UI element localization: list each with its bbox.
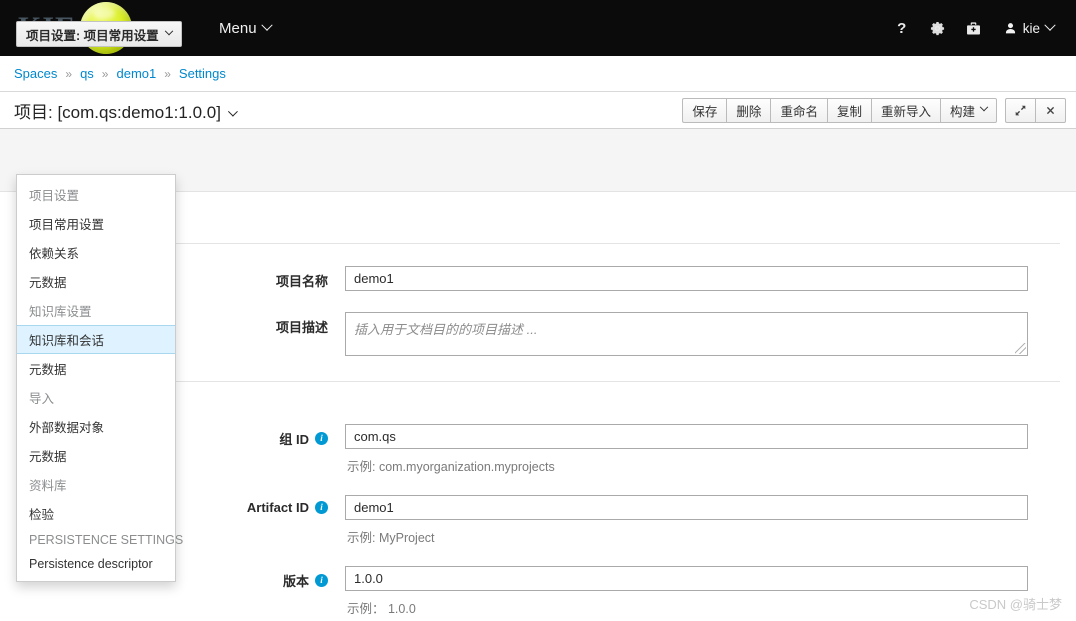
expand-panel-button[interactable] <box>1005 97 1035 123</box>
chevron-down-icon <box>164 26 173 36</box>
expand-arrows-icon <box>1015 105 1026 115</box>
user-icon <box>1005 22 1015 33</box>
menu-item-knowledge-bases-and-sessions[interactable]: 知识库和会话 <box>17 325 175 354</box>
version-label-text: 版本 <box>282 574 309 589</box>
menu-item-project-general-settings[interactable]: 项目常用设置 <box>17 209 175 238</box>
user-menu[interactable]: kie <box>992 0 1062 56</box>
close-panel-button[interactable] <box>1035 97 1066 123</box>
menu-item-dependencies[interactable]: 依赖关系 <box>17 238 175 267</box>
reimport-button[interactable]: 重新导入 <box>870 97 940 123</box>
project-description-textarea[interactable]: 插入用于文档目的的项目描述 ... <box>345 312 1028 356</box>
group-id-input[interactable]: com.qs <box>345 424 1028 449</box>
breadcrumb-item-demo1[interactable]: demo1 <box>116 66 156 81</box>
briefcase-icon <box>967 21 981 34</box>
help-button[interactable]: ? <box>884 0 920 56</box>
save-button[interactable]: 保存 <box>682 97 727 123</box>
menu-item-validation[interactable]: 检验 <box>17 499 175 528</box>
artifact-id-input[interactable]: demo1 <box>345 495 1028 520</box>
info-icon[interactable]: i <box>315 501 328 514</box>
rename-button[interactable]: 重命名 <box>770 97 827 123</box>
artifact-id-hint: 示例: MyProject <box>347 531 435 545</box>
menu-item-persistence-descriptor[interactable]: Persistence descriptor <box>17 552 175 576</box>
menu-label: Menu <box>219 19 257 37</box>
menu-item-metadata-2[interactable]: 元数据 <box>17 354 175 383</box>
project-title-bar: 项目: [com.qs:demo1:1.0.0] 保存 删除 重命名 复制 重新… <box>0 92 1076 129</box>
build-button[interactable]: 构建 <box>939 97 997 123</box>
project-action-button-group: 保存 删除 重命名 复制 重新导入 构建 <box>682 97 997 123</box>
gear-icon <box>931 21 945 35</box>
chevron-down-icon <box>260 19 273 31</box>
group-id-label-text: 组 ID <box>279 432 309 447</box>
info-icon[interactable]: i <box>315 574 328 587</box>
watermark: CSDN @骑士梦 <box>969 597 1062 612</box>
close-icon <box>1046 106 1055 114</box>
chevron-down-icon <box>979 102 989 112</box>
menu-item-metadata-3[interactable]: 元数据 <box>17 441 175 470</box>
settings-selector-label: 项目设置: 项目常用设置 <box>26 28 159 43</box>
artifact-id-label-text: Artifact ID <box>246 500 309 515</box>
breadcrumb-separator: » <box>164 66 171 81</box>
question-mark-icon: ? <box>897 19 907 37</box>
breadcrumb-separator: » <box>101 66 109 81</box>
breadcrumb-item-spaces[interactable]: Spaces <box>14 66 57 81</box>
user-label: kie <box>1022 20 1040 36</box>
panel-window-controls <box>1005 97 1066 123</box>
menu-group-project-settings: 项目设置 <box>29 189 80 203</box>
project-title-dropdown[interactable]: 项目: [com.qs:demo1:1.0.0] <box>14 98 238 123</box>
info-icon[interactable]: i <box>315 432 328 445</box>
menu-group-persistence-settings: PERSISTENCE SETTINGS <box>29 533 184 547</box>
project-description-field-col: 插入用于文档目的的项目描述 ... <box>345 312 1028 356</box>
version-hint: 示例： 1.0.0 <box>347 602 416 616</box>
build-button-label: 构建 <box>949 104 975 119</box>
settings-selector-button[interactable]: 项目设置: 项目常用设置 <box>16 21 182 47</box>
navbar-right-actions: ? kie <box>884 0 1076 56</box>
breadcrumb: Spaces » qs » demo1 » Settings <box>0 56 1076 92</box>
menu-dropdown[interactable]: Menu <box>219 19 273 37</box>
menu-item-metadata-1[interactable]: 元数据 <box>17 267 175 296</box>
settings-button[interactable] <box>920 0 956 56</box>
project-actions: 保存 删除 重命名 复制 重新导入 构建 <box>682 97 1076 123</box>
menu-item-external-data-objects[interactable]: 外部数据对象 <box>17 412 175 441</box>
copy-button[interactable]: 复制 <box>826 97 871 123</box>
project-name-input[interactable]: demo1 <box>345 266 1028 291</box>
group-id-hint: 示例: com.myorganization.myprojects <box>347 460 555 474</box>
page-title: 项目: [com.qs:demo1:1.0.0] <box>14 102 221 122</box>
menu-group-import: 导入 <box>29 392 55 406</box>
chevron-down-icon <box>1044 19 1056 31</box>
chevron-down-icon <box>227 106 238 117</box>
toolkit-button[interactable] <box>956 0 992 56</box>
menu-group-knowledge-base-settings: 知识库设置 <box>29 305 92 319</box>
delete-button[interactable]: 删除 <box>726 97 771 123</box>
breadcrumb-separator: » <box>65 66 73 81</box>
project-name-field-col: demo1 <box>345 266 1028 291</box>
breadcrumb-item-settings[interactable]: Settings <box>179 66 226 81</box>
menu-group-repository: 资料库 <box>29 479 67 493</box>
breadcrumb-item-qs[interactable]: qs <box>80 66 94 81</box>
settings-selector-menu: 项目设置 项目常用设置 依赖关系 元数据 知识库设置 知识库和会话 元数据 导入… <box>16 174 184 582</box>
version-input[interactable]: 1.0.0 <box>345 566 1028 591</box>
version-field-col: 1.0.0 示例： 1.0.0 <box>345 566 1028 617</box>
group-id-field-col: com.qs 示例: com.myorganization.myprojects <box>345 424 1028 475</box>
artifact-id-field-col: demo1 示例: MyProject <box>345 495 1028 546</box>
